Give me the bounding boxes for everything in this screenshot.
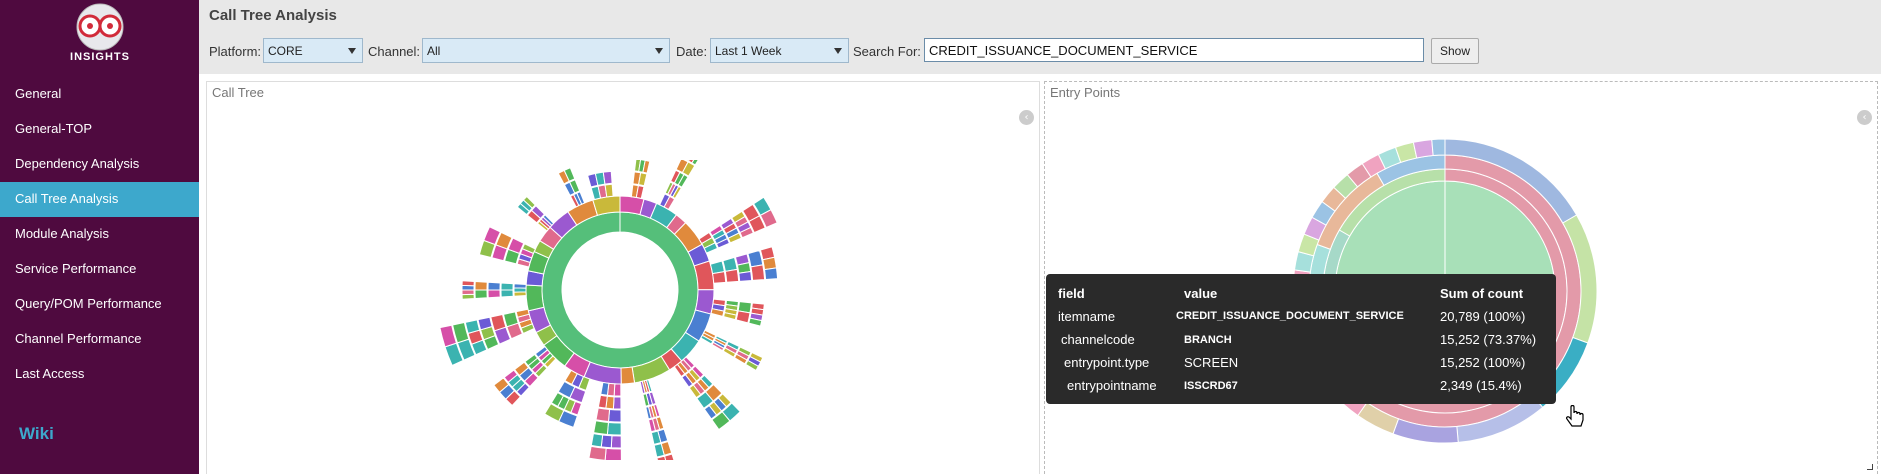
tree-segment[interactable] (606, 421, 622, 436)
tree-segment[interactable] (595, 407, 611, 423)
tooltip-header-value: value (1184, 286, 1218, 301)
tree-segment[interactable] (604, 447, 622, 460)
tree-segment[interactable] (638, 172, 648, 187)
filter-bar: Call Tree Analysis Platform: CORE Channe… (199, 0, 1881, 74)
tree-segment[interactable] (602, 170, 613, 185)
channel-select[interactable]: All (422, 38, 670, 63)
call-tree-title: Call Tree (212, 85, 265, 100)
logo-icon (76, 3, 124, 51)
entry-segment[interactable] (1412, 139, 1434, 159)
sidebar-item-last-access[interactable]: Last Access (0, 357, 199, 392)
entry-points-title: Entry Points (1050, 85, 1121, 100)
tree-segment[interactable] (500, 282, 514, 291)
tooltip-row-sum: 20,789 (100%) (1440, 309, 1526, 324)
date-select[interactable]: Last 1 Week (710, 38, 849, 63)
tooltip-row-value: SCREEN (1184, 355, 1239, 370)
tree-segment[interactable] (513, 283, 527, 289)
chevron-down-icon (655, 48, 663, 54)
tooltip-row-field: entrypointname (1067, 378, 1157, 393)
sidebar-item-dependency-analysis[interactable]: Dependency Analysis (0, 147, 199, 182)
date-select-value: Last 1 Week (715, 44, 782, 58)
tree-segment[interactable] (461, 280, 475, 287)
sidebar-item-general[interactable]: General (0, 77, 199, 112)
tree-segment[interactable] (500, 289, 514, 298)
tree-core-ring[interactable] (541, 211, 699, 369)
tree-segment[interactable] (610, 435, 622, 449)
tree-segment[interactable] (487, 289, 501, 299)
tree-segment[interactable] (607, 409, 622, 423)
platform-select[interactable]: CORE (263, 38, 363, 63)
back-icon[interactable]: ‹ (1857, 110, 1872, 125)
tree-segment[interactable] (474, 289, 488, 300)
search-input[interactable] (924, 38, 1424, 62)
tooltip-row-value: BRANCH (1184, 334, 1232, 346)
sidebar-item-general-top[interactable]: General-TOP (0, 112, 199, 147)
tooltip-row-value: CREDIT_ISSUANCE_DOCUMENT_SERVICE (1176, 310, 1404, 322)
tree-segment[interactable] (763, 267, 779, 281)
sidebar-item-channel-performance[interactable]: Channel Performance (0, 322, 199, 357)
resize-handle-icon[interactable] (1867, 464, 1873, 470)
tooltip-row-sum: 15,252 (73.37%) (1440, 332, 1537, 347)
tree-segment[interactable] (750, 264, 766, 281)
wiki-link[interactable]: Wiki (19, 424, 54, 444)
sidebar: INSIGHTS General General-TOP Dependency … (0, 0, 199, 474)
hand-cursor-icon (1566, 405, 1584, 427)
tooltip-row-field: itemname (1058, 309, 1116, 324)
logo-text: INSIGHTS (70, 51, 130, 63)
channel-label: Channel: (368, 44, 421, 59)
tooltip-header-sum: Sum of count (1440, 286, 1524, 301)
tooltip-row-sum: 2,349 (15.4%) (1440, 378, 1522, 393)
tree-segment[interactable] (487, 281, 501, 291)
channel-select-value: All (427, 44, 441, 58)
tree-segment[interactable] (711, 271, 727, 284)
sidebar-item-module-analysis[interactable]: Module Analysis (0, 217, 199, 252)
tree-segment[interactable] (597, 394, 608, 409)
platform-label: Platform: (209, 44, 262, 59)
sidebar-nav: General General-TOP Dependency Analysis … (0, 77, 199, 392)
tree-segment[interactable] (747, 249, 764, 268)
tree-segment[interactable] (738, 270, 753, 282)
call-tree-sunburst[interactable] (420, 160, 800, 460)
tree-segment[interactable] (461, 289, 475, 296)
tooltip-row-sum: 15,252 (100%) (1440, 355, 1526, 370)
tree-segment[interactable] (691, 160, 702, 166)
tree-segment[interactable] (724, 268, 740, 283)
tree-segment[interactable] (474, 280, 488, 291)
entry-segment[interactable] (1431, 138, 1446, 157)
chevron-down-icon (834, 48, 842, 54)
platform-select-value: CORE (268, 44, 303, 58)
tree-segment[interactable] (600, 381, 610, 396)
chevron-down-icon (348, 48, 356, 54)
tooltip-row-field: channelcode (1061, 332, 1135, 347)
tree-segment[interactable] (735, 310, 751, 324)
tree-segment[interactable] (588, 445, 607, 460)
page-title: Call Tree Analysis (209, 7, 337, 24)
sidebar-item-service-performance[interactable]: Service Performance (0, 252, 199, 287)
tooltip-row-value: ISSCRD67 (1184, 380, 1238, 392)
tree-segment[interactable] (612, 396, 622, 410)
tree-segment[interactable] (590, 432, 604, 448)
show-button[interactable]: Show (1431, 38, 1479, 64)
app-root: INSIGHTS General General-TOP Dependency … (0, 0, 1881, 474)
tree-segment[interactable] (604, 183, 614, 198)
sidebar-item-call-tree-analysis[interactable]: Call Tree Analysis (0, 182, 199, 217)
chart-tooltip: field value Sum of count itemname CREDIT… (1046, 274, 1556, 404)
tooltip-row-field: entrypoint.type (1064, 355, 1150, 370)
tree-segment[interactable] (525, 284, 545, 312)
tree-segment[interactable] (620, 366, 636, 385)
date-label: Date: (676, 44, 708, 59)
tooltip-header-field: field (1058, 286, 1085, 301)
search-label: Search For: (853, 44, 921, 59)
tree-segment[interactable] (593, 420, 609, 435)
sidebar-item-query-pom-performance[interactable]: Query/POM Performance (0, 287, 199, 322)
back-icon[interactable]: ‹ (1019, 110, 1034, 125)
logo[interactable]: INSIGHTS (50, 2, 150, 66)
